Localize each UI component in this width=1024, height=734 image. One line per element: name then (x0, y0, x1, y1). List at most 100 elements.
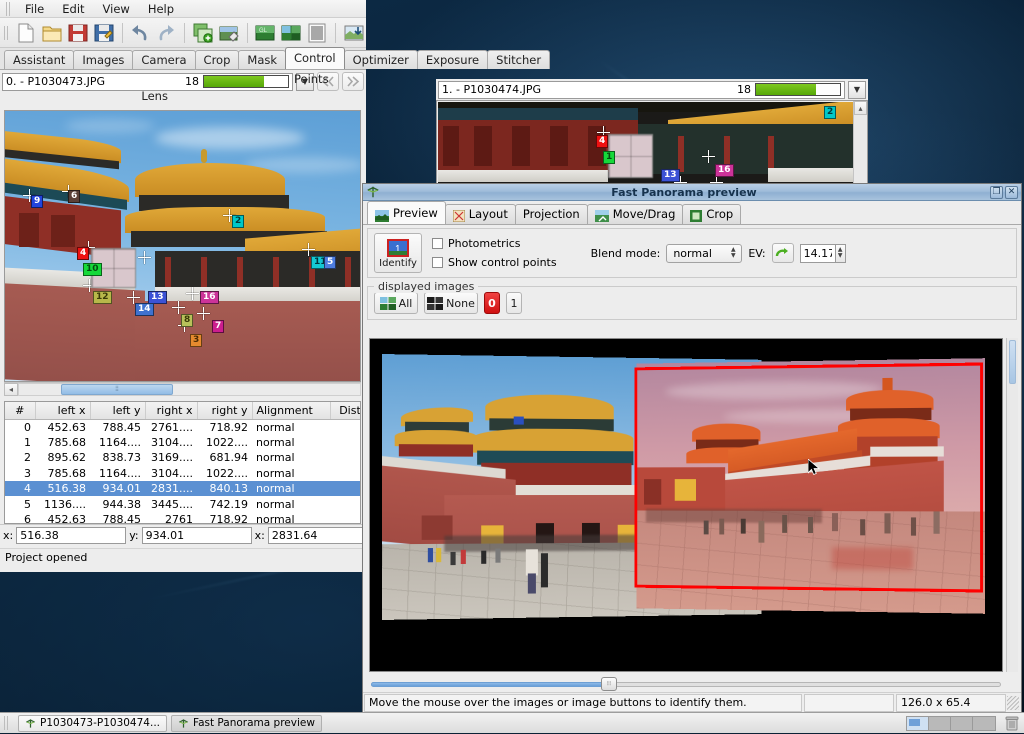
menubar-grip[interactable] (6, 2, 12, 16)
photometrics-checkbox-row[interactable]: Photometrics (432, 237, 557, 250)
menu-edit[interactable]: Edit (53, 0, 93, 18)
zoom-slider[interactable]: ⦙⦙⦙ (371, 676, 1001, 692)
tab-camera-and-lens[interactable]: Camera and Lens (132, 50, 195, 69)
stitch-icon[interactable] (342, 21, 366, 45)
cell-left-y: 788.45 (90, 512, 145, 524)
toolbar-grip[interactable] (4, 26, 8, 40)
panorama-preview-canvas[interactable] (369, 338, 1003, 672)
left-image-combo[interactable]: 0. - P1030473.JPG 18 (2, 73, 293, 91)
workspace-2[interactable] (929, 717, 951, 730)
table-row[interactable]: 3 785.68 1164.... 3104.... 1022.... norm… (5, 466, 361, 481)
th-right-x[interactable]: right x (145, 402, 197, 420)
tab-crop[interactable]: Crop (682, 204, 741, 224)
tab-preview[interactable]: Preview (367, 201, 446, 224)
gl-preview-icon[interactable]: GL (253, 21, 277, 45)
photometrics-checkbox[interactable] (432, 238, 443, 249)
show-all-images-button[interactable]: All (374, 292, 418, 314)
th-left-y[interactable]: left y (90, 402, 145, 420)
show-control-points-checkbox-row[interactable]: Show control points (432, 256, 557, 269)
save-project-icon[interactable] (66, 21, 90, 45)
taskbar-button-project[interactable]: P1030473-P1030474... (18, 715, 167, 732)
hugin-window-icon (366, 185, 380, 199)
trash-icon[interactable] (1004, 715, 1020, 731)
pano-vscrollbar[interactable] (1006, 338, 1018, 672)
left-image-canvas[interactable]: 9 6 2 11 5 4 10 12 13 14 16 8 7 3 (4, 110, 361, 382)
right-image-combo[interactable]: 1. - P1030474.JPG 18 (438, 81, 845, 99)
left-y-input[interactable] (142, 527, 252, 544)
left-x-input[interactable] (16, 527, 126, 544)
tab-stitcher[interactable]: Stitcher (487, 50, 550, 69)
pano-vscroll-thumb[interactable] (1009, 340, 1016, 384)
undo-icon[interactable] (128, 21, 152, 45)
reset-ev-button[interactable] (772, 243, 794, 263)
right-image-dropdown-icon[interactable]: ▼ (848, 81, 866, 99)
scroll-thumb[interactable]: ⦙⦙ (61, 384, 173, 395)
menu-file[interactable]: File (16, 0, 53, 18)
ev-input[interactable] (800, 244, 836, 263)
control-point-table-container[interactable]: # left x left y right x right y Alignmen… (4, 401, 361, 524)
tab-crop[interactable]: Crop (195, 50, 240, 69)
table-row[interactable]: 1 785.68 1164.... 3104.... 1022.... norm… (5, 435, 361, 450)
show-control-points-icon[interactable] (305, 21, 329, 45)
remove-images-icon[interactable] (217, 21, 241, 45)
save-as-project-icon[interactable] (92, 21, 116, 45)
new-project-icon[interactable] (14, 21, 38, 45)
image-toggle-1[interactable]: 1 (506, 292, 522, 314)
tab-control-points[interactable]: Control Points (285, 47, 345, 69)
cell-right-y: 1022.... (197, 466, 252, 481)
image-toggle-0[interactable]: 0 (484, 292, 500, 314)
taskbar-button-preview[interactable]: Fast Panorama preview (171, 715, 322, 732)
tab-layout[interactable]: Layout (445, 204, 516, 224)
tab-images[interactable]: Images (73, 50, 133, 69)
th-right-y[interactable]: right y (197, 402, 252, 420)
blend-mode-select[interactable]: normal ▲▼ (666, 244, 742, 263)
right-image-vscrollbar[interactable]: ▴ (853, 101, 867, 184)
fast-preview-icon[interactable] (279, 21, 303, 45)
menu-help[interactable]: Help (139, 0, 183, 18)
workspace-pager[interactable] (906, 716, 996, 731)
tab-optimizer[interactable]: Optimizer (344, 50, 418, 69)
show-control-points-checkbox[interactable] (432, 257, 443, 268)
th-alignment[interactable]: Alignment (252, 402, 330, 420)
table-row[interactable]: 2 895.62 838.73 3169.... 681.94 normal 0 (5, 450, 361, 465)
ev-spinner[interactable]: ▲▼ (800, 244, 846, 263)
table-row[interactable]: 6 452.63 788.45 2761 718.92 normal 0 (5, 512, 361, 524)
table-row[interactable]: 0 452.63 788.45 2761.... 718.92 normal 0 (5, 420, 361, 435)
th-index[interactable]: # (5, 402, 35, 420)
maximize-button[interactable]: ❐ (990, 186, 1003, 199)
menu-view[interactable]: View (94, 0, 139, 18)
show-none-images-button[interactable]: None (424, 292, 478, 314)
open-project-icon[interactable] (40, 21, 64, 45)
preview-statusbar: Move the mouse over the images or image … (363, 692, 1021, 712)
photometrics-label: Photometrics (448, 237, 521, 250)
workspace-1[interactable] (907, 717, 929, 730)
close-button[interactable]: ✕ (1005, 186, 1018, 199)
scroll-up-arrow[interactable]: ▴ (854, 101, 867, 115)
scroll-track[interactable]: ⦙⦙ (18, 383, 361, 396)
workspace-3[interactable] (951, 717, 973, 730)
control-point-marker: 12 (93, 291, 112, 304)
add-images-icon[interactable] (191, 21, 215, 45)
next-control-point-button[interactable] (342, 72, 364, 91)
zoom-slider-handle[interactable]: ⦙⦙⦙ (601, 677, 617, 691)
th-left-x[interactable]: left x (35, 402, 90, 420)
preview-titlebar[interactable]: Fast Panorama preview ❐ ✕ (363, 184, 1021, 201)
scroll-left-arrow[interactable]: ◂ (4, 383, 18, 396)
tab-projection[interactable]: Projection (515, 204, 588, 224)
table-row-selected[interactable]: 4 516.38 934.01 2831.... 840.13 normal 0 (5, 481, 361, 496)
redo-icon[interactable] (154, 21, 178, 45)
tab-move-drag[interactable]: Move/Drag (587, 204, 684, 224)
left-image-hscrollbar[interactable]: ◂ ⦙⦙ (4, 382, 361, 396)
tab-assistant[interactable]: Assistant (4, 50, 74, 69)
ev-stepper-icon[interactable]: ▲▼ (836, 244, 846, 263)
th-distance[interactable]: Dista (330, 402, 361, 420)
tab-mask[interactable]: Mask (238, 50, 286, 69)
right-image-canvas[interactable]: 4 1 16 13 2 (438, 102, 854, 185)
left-image-count: 18 (181, 75, 203, 88)
tab-exposure[interactable]: Exposure (417, 50, 488, 69)
workspace-4[interactable] (973, 717, 995, 730)
resize-grip-icon[interactable] (1007, 696, 1019, 710)
identify-button[interactable]: 1 Identify (374, 233, 422, 273)
taskbar-grip[interactable] (4, 716, 10, 730)
table-row[interactable]: 5 1136.... 944.38 3445.... 742.19 normal… (5, 496, 361, 511)
